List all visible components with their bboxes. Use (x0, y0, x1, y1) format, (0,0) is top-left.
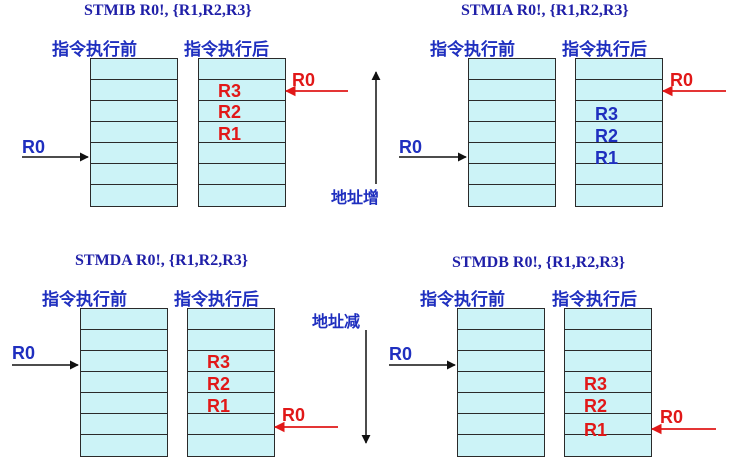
arrows-layer (12, 71, 726, 444)
